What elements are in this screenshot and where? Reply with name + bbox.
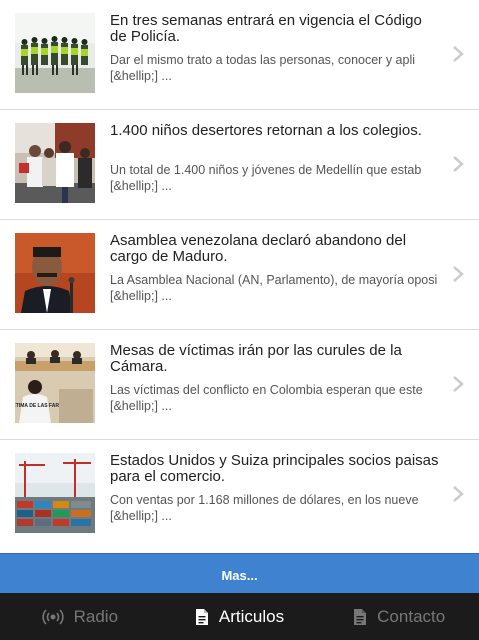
chevron-right-icon — [451, 44, 465, 64]
article-thumbnail — [15, 453, 95, 533]
article-excerpt: Con ventas por 1.168 millones de dólares… — [110, 493, 419, 523]
tab-bar: Radio Articulos Contacto — [0, 593, 479, 640]
article-title[interactable]: Estados Unidos y Suiza principales socio… — [110, 453, 442, 485]
tab-label: Contacto — [377, 606, 446, 626]
article-thumbnail — [15, 13, 95, 93]
article-excerpt: Dar el mismo trato a todas las personas,… — [110, 53, 415, 83]
radio-broadcast-icon — [41, 608, 64, 626]
chevron-right-icon — [451, 264, 465, 284]
tab-label: Articulos — [218, 606, 285, 626]
article-thumbnail — [15, 233, 95, 313]
list-item[interactable]: Asamblea venezolana declaró abandono del… — [0, 220, 479, 330]
list-item[interactable]: 1.400 niños desertores retornan a los co… — [0, 110, 479, 220]
tab-contacto[interactable]: Contacto — [319, 593, 479, 640]
article-title[interactable]: Asamblea venezolana declaró abandono del… — [110, 233, 442, 265]
chevron-right-icon — [451, 374, 465, 394]
article-thumbnail — [15, 123, 95, 203]
article-title[interactable]: Mesas de víctimas irán por las curules d… — [110, 343, 442, 375]
chevron-right-icon — [451, 484, 465, 504]
article-list: En tres semanas entrará en vigencia el C… — [0, 0, 479, 550]
document-icon — [353, 608, 367, 626]
article-excerpt: Las víctimas del conflicto en Colombia e… — [110, 383, 423, 413]
article-title[interactable]: 1.400 niños desertores retornan a los co… — [110, 123, 442, 139]
tab-articulos[interactable]: Articulos — [160, 593, 320, 640]
article-title[interactable]: En tres semanas entrará en vigencia el C… — [110, 13, 442, 45]
list-item[interactable]: VÍCTIMA DE LAS FARC Mesas de víctimas ir… — [0, 330, 479, 440]
list-item[interactable]: Estados Unidos y Suiza principales socio… — [0, 440, 479, 550]
article-thumbnail: VÍCTIMA DE LAS FARC — [15, 343, 95, 423]
more-button[interactable]: Mas... — [0, 553, 479, 593]
document-icon — [195, 608, 209, 626]
list-item[interactable]: En tres semanas entrará en vigencia el C… — [0, 0, 479, 110]
shirt-text: VÍCTIMA DE LAS FARC — [15, 401, 63, 409]
tab-radio[interactable]: Radio — [0, 593, 160, 640]
article-excerpt: Un total de 1.400 niños y jóvenes de Med… — [110, 163, 422, 193]
article-excerpt: La Asamblea Nacional (AN, Parlamento), d… — [110, 273, 438, 303]
tab-label: Radio — [73, 606, 119, 626]
chevron-right-icon — [451, 154, 465, 174]
